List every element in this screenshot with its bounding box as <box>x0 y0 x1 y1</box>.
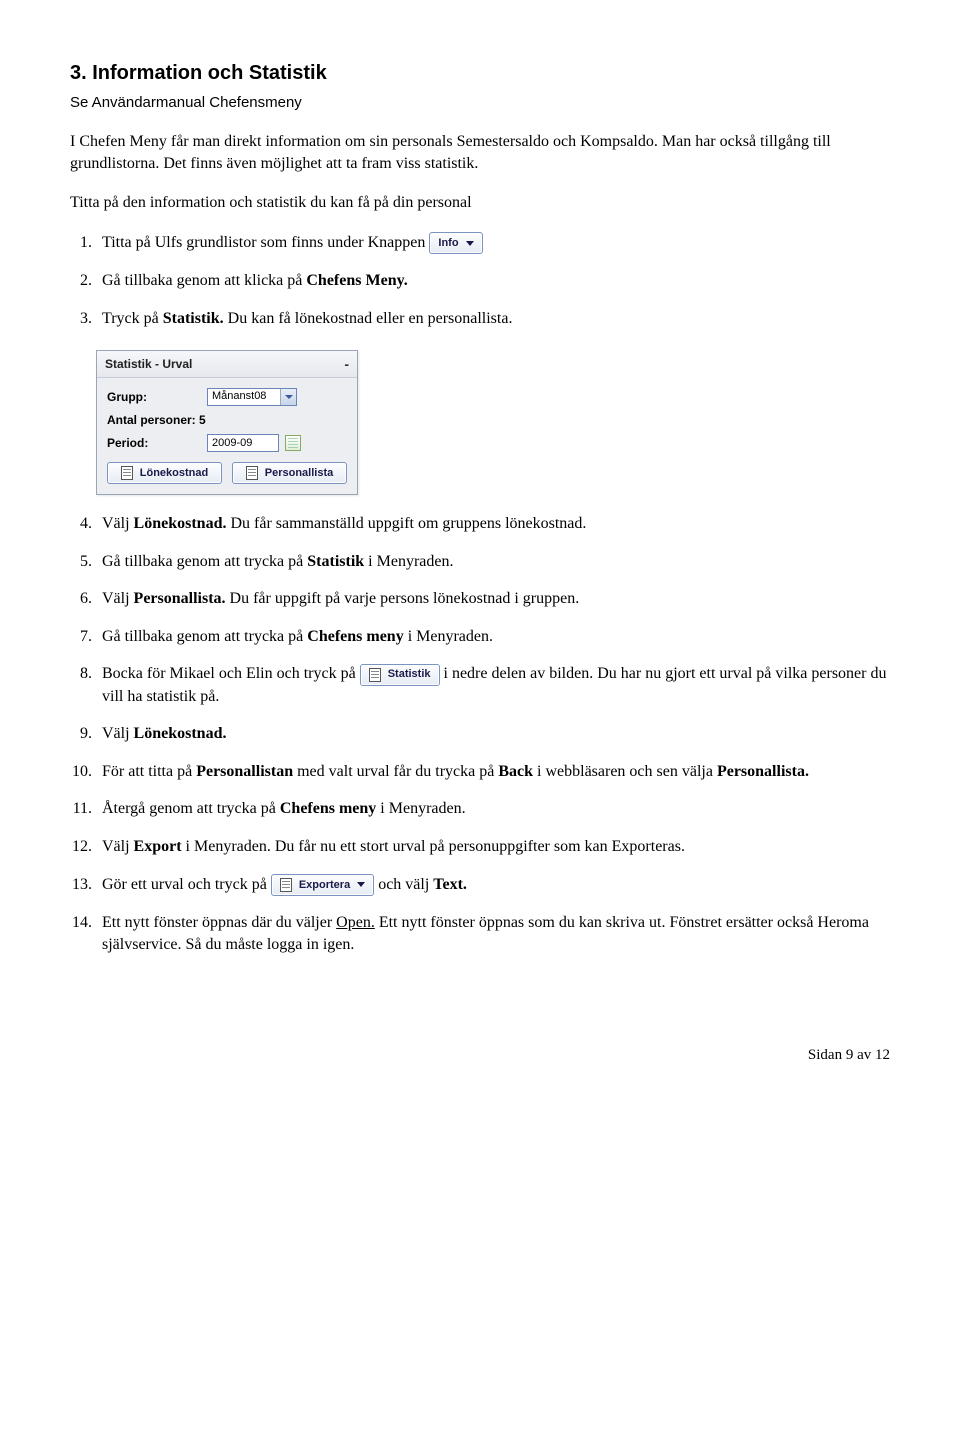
step-2: Gå tillbaka genom att klicka på Chefens … <box>96 270 890 292</box>
document-icon <box>280 878 292 892</box>
step-text: och välj <box>378 876 433 893</box>
step-5: Gå tillbaka genom att trycka på Statisti… <box>96 551 890 573</box>
panel-body: Grupp: Månanst08 Antal personer: 5 Perio… <box>97 378 357 494</box>
step-text: Gå tillbaka genom att klicka på <box>102 272 306 289</box>
antal-label: Antal personer: 5 <box>107 412 206 428</box>
intro-paragraph-1: I Chefen Meny får man direkt information… <box>70 131 890 174</box>
step-bold: Personallista. <box>134 590 226 607</box>
section-heading: 3. Information och Statistik <box>70 60 890 87</box>
panel-title-bar: Statistik - Urval - <box>97 351 357 378</box>
document-icon <box>369 668 381 682</box>
step-bold: Lönekostnad. <box>134 515 227 532</box>
step-12: Välj Export i Menyraden. Du får nu ett s… <box>96 836 890 858</box>
step-1: Titta på Ulfs grundlistor som finns unde… <box>96 232 890 254</box>
calendar-icon[interactable] <box>285 435 301 451</box>
step-bold: Statistik. <box>163 310 224 327</box>
step-6: Välj Personallista. Du får uppgift på va… <box>96 588 890 610</box>
period-row: Period: 2009-09 <box>107 434 347 452</box>
step-text: Välj <box>102 725 134 742</box>
step-text: Välj <box>102 590 134 607</box>
exportera-button[interactable]: Exportera <box>271 874 374 896</box>
step-7: Gå tillbaka genom att trycka på Chefens … <box>96 626 890 648</box>
statistik-button[interactable]: Statistik <box>360 664 440 686</box>
step-text: med valt urval får du trycka på <box>293 763 498 780</box>
step-text: Du kan få lönekostnad eller en personall… <box>224 310 513 327</box>
grupp-label: Grupp: <box>107 389 207 405</box>
chevron-down-icon <box>466 241 474 246</box>
step-bold: Chefens Meny. <box>306 272 407 289</box>
step-11: Återgå genom att trycka på Chefens meny … <box>96 798 890 820</box>
info-button-label: Info <box>438 236 458 251</box>
step-text: Du får uppgift på varje persons lönekost… <box>226 590 580 607</box>
panel-button-row: Lönekostnad Personallista <box>107 462 347 484</box>
step-text: i webbläsaren och sen välja <box>533 763 717 780</box>
lonekostnad-label: Lönekostnad <box>140 466 208 481</box>
instruction-list-continued: Välj Lönekostnad. Du får sammanställd up… <box>70 513 890 955</box>
step-underline: Open. <box>336 914 375 931</box>
step-text: Välj <box>102 838 134 855</box>
statistik-urval-panel: Statistik - Urval - Grupp: Månanst08 Ant… <box>96 350 358 495</box>
document-icon <box>246 466 258 480</box>
grupp-value: Månanst08 <box>212 389 266 404</box>
chevron-down-icon <box>357 882 365 887</box>
step-3: Tryck på Statistik. Du kan få lönekostna… <box>96 308 890 330</box>
step-bold: Chefens meny <box>307 628 403 645</box>
step-text: Tryck på <box>102 310 163 327</box>
antal-row: Antal personer: 5 <box>107 412 347 428</box>
step-text: Bocka för Mikael och Elin och tryck på <box>102 665 360 682</box>
step-8: Bocka för Mikael och Elin och tryck på S… <box>96 663 890 707</box>
step-text: Titta på Ulfs grundlistor som finns unde… <box>102 234 429 251</box>
step-text: För att titta på <box>102 763 196 780</box>
personallista-label: Personallista <box>265 466 333 481</box>
step-bold: Statistik <box>307 553 364 570</box>
instruction-list: Titta på Ulfs grundlistor som finns unde… <box>70 232 890 330</box>
lonekostnad-button[interactable]: Lönekostnad <box>107 462 222 484</box>
step-text: i Menyraden. <box>376 800 465 817</box>
step-text: i Menyraden. Du får nu ett stort urval p… <box>182 838 685 855</box>
step-bold: Personallistan <box>196 763 293 780</box>
step-text: i Menyraden. <box>364 553 453 570</box>
intro-paragraph-2: Titta på den information och statistik d… <box>70 192 890 214</box>
step-13: Gör ett urval och tryck på Exportera och… <box>96 874 890 896</box>
step-text: Ett nytt fönster öppnas där du väljer <box>102 914 336 931</box>
chevron-down-icon <box>280 389 296 405</box>
sub-heading: Se Användarmanual Chefensmeny <box>70 93 890 113</box>
step-text: Välj <box>102 515 134 532</box>
step-4: Välj Lönekostnad. Du får sammanställd up… <box>96 513 890 535</box>
exportera-label: Exportera <box>299 878 350 893</box>
step-text: Gör ett urval och tryck på <box>102 876 271 893</box>
step-bold: Lönekostnad. <box>134 725 227 742</box>
step-14: Ett nytt fönster öppnas där du väljer Op… <box>96 912 890 955</box>
page-footer: Sidan 9 av 12 <box>70 1045 890 1065</box>
period-input[interactable]: 2009-09 <box>207 434 279 452</box>
step-bold: Chefens meny <box>280 800 376 817</box>
step-text: Gå tillbaka genom att trycka på <box>102 628 307 645</box>
minimize-icon[interactable]: - <box>344 359 349 369</box>
info-button[interactable]: Info <box>429 232 482 254</box>
grupp-select[interactable]: Månanst08 <box>207 388 297 406</box>
panel-title-text: Statistik - Urval <box>105 356 192 372</box>
statistik-label: Statistik <box>388 667 431 682</box>
step-bold: Export <box>134 838 182 855</box>
step-text: Gå tillbaka genom att trycka på <box>102 553 307 570</box>
step-text: i Menyraden. <box>404 628 493 645</box>
step-text: Du får sammanställd uppgift om gruppens … <box>226 515 586 532</box>
step-9: Välj Lönekostnad. <box>96 723 890 745</box>
step-bold: Personallista. <box>717 763 809 780</box>
step-bold: Back <box>498 763 533 780</box>
step-10: För att titta på Personallistan med valt… <box>96 761 890 783</box>
step-bold: Text. <box>433 876 467 893</box>
document-icon <box>121 466 133 480</box>
personallista-button[interactable]: Personallista <box>232 462 347 484</box>
period-label: Period: <box>107 435 207 451</box>
step-text: Återgå genom att trycka på <box>102 800 280 817</box>
grupp-row: Grupp: Månanst08 <box>107 388 347 406</box>
